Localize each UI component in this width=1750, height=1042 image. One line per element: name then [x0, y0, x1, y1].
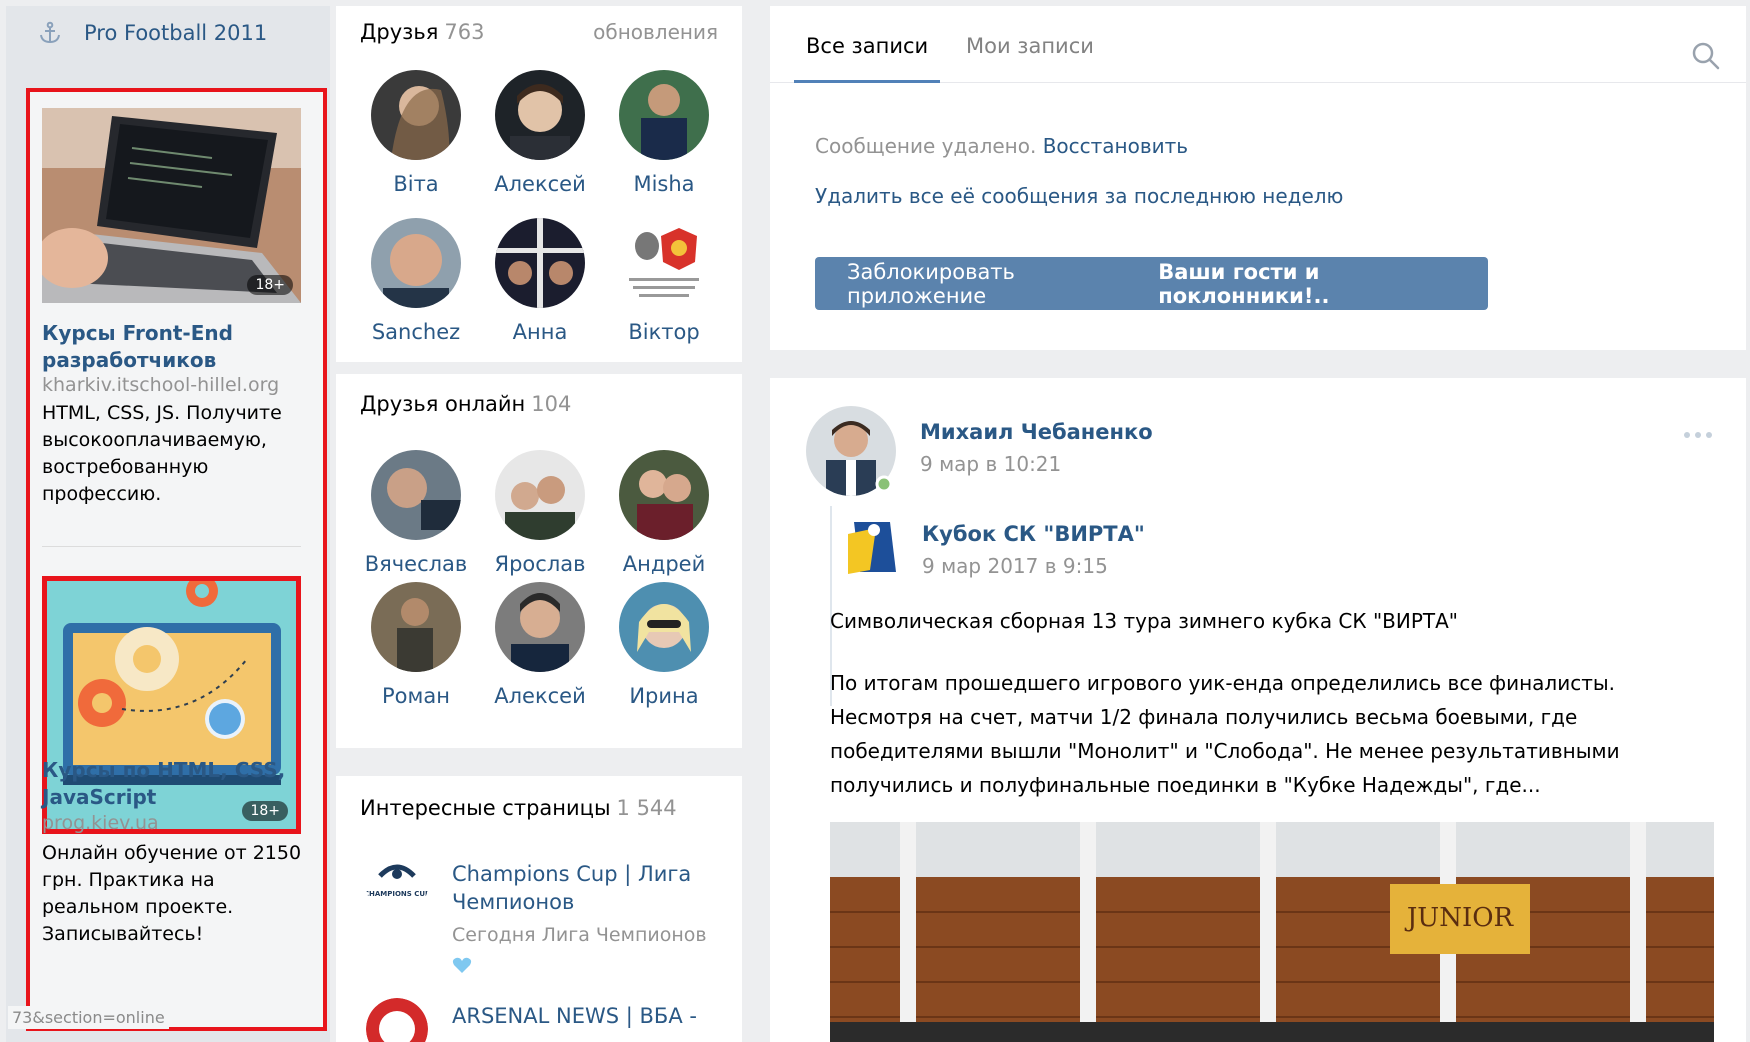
- restore-link[interactable]: Восстановить: [1043, 134, 1188, 158]
- ads-block: 18+ Курсы Front-End разработчиков kharki…: [26, 88, 327, 1031]
- block-button-app: Ваши гости и поклонники!..: [1158, 259, 1330, 308]
- online-title: Друзья онлайн: [360, 392, 526, 416]
- ad-image-laptop[interactable]: 18+: [42, 108, 301, 303]
- repost-author[interactable]: Кубок СК "ВИРТА": [922, 522, 1145, 546]
- post-text-line: По итогам прошедшего игрового уик-енда о…: [830, 671, 1615, 695]
- pages-card: Интересные страницы 1 544 CHAMPIONS CUP C…: [336, 776, 742, 1042]
- friend-item[interactable]: Вячеслав: [356, 450, 476, 576]
- ad-title[interactable]: Курсы Front-End разработчиков: [42, 320, 312, 374]
- online-header[interactable]: Друзья онлайн 104: [360, 392, 571, 416]
- friend-name: Алексей: [494, 172, 586, 196]
- friend-item[interactable]: Віктор: [604, 218, 724, 344]
- arsenal-logo[interactable]: [366, 998, 428, 1042]
- avatar: [371, 218, 461, 308]
- more-actions-icon[interactable]: [1684, 432, 1712, 438]
- pages-count: 1 544: [616, 796, 677, 820]
- age-badge: 18+: [247, 275, 293, 295]
- repost-time[interactable]: 9 мар 2017 в 9:15: [922, 554, 1108, 578]
- block-button-prefix: Заблокировать приложение: [847, 259, 1015, 308]
- avatar: [495, 218, 585, 308]
- avatar: [619, 218, 709, 308]
- post-text-title: Символическая сборная 13 тура зимнего ку…: [830, 609, 1458, 633]
- repost-logo[interactable]: [840, 514, 906, 580]
- deleted-text: Сообщение удалено.: [815, 134, 1037, 158]
- friend-name: Misha: [633, 172, 695, 196]
- avatar: [495, 582, 585, 672]
- ad-domain: kharkiv.itschool-hillel.org: [42, 374, 280, 396]
- avatar: [371, 450, 461, 540]
- friends-header[interactable]: Друзья 763: [360, 20, 484, 44]
- tab-my-posts[interactable]: Мои записи: [966, 34, 1094, 58]
- ad-divider: [42, 546, 301, 547]
- friend-name: Віктор: [628, 320, 700, 344]
- delete-week-link[interactable]: Удалить все её сообщения за последнюю не…: [815, 184, 1343, 208]
- friend-name: Алексей: [494, 684, 586, 708]
- block-app-button[interactable]: Заблокировать приложение Ваши гости и по…: [815, 257, 1488, 310]
- post-time[interactable]: 9 мар в 10:21: [920, 452, 1061, 476]
- search-icon[interactable]: [1692, 42, 1720, 70]
- friend-name: Віта: [393, 172, 439, 196]
- friend-name: Вячеслав: [364, 552, 468, 576]
- post-author[interactable]: Михаил Чебаненко: [920, 420, 1153, 444]
- laptop-image: [42, 108, 301, 303]
- friends-card: Друзья 763 обновления Віта Алексей Misha …: [336, 6, 742, 362]
- friend-item[interactable]: Ирина: [604, 582, 724, 708]
- avatar: [371, 582, 461, 672]
- post-text-line: получились и полуфинальные поединки в "К…: [830, 773, 1541, 797]
- page-name[interactable]: ARSENAL NEWS | ВБА -: [452, 1002, 732, 1030]
- friend-item[interactable]: Роман: [356, 582, 476, 708]
- avatar: [495, 450, 585, 540]
- avatar: [619, 450, 709, 540]
- anchor-icon: [40, 21, 60, 44]
- friend-item[interactable]: Алексей: [480, 70, 600, 196]
- ad-text: Онлайн обучение от 2150 грн. Практика на…: [42, 842, 302, 945]
- friend-item[interactable]: Sanchez: [356, 218, 476, 344]
- wall-card: Все записи Мои записи Сообщение удалено.…: [770, 6, 1746, 350]
- friend-name: Андрей: [622, 552, 706, 576]
- page-status: Сегодня Лига Чемпионов: [452, 924, 707, 946]
- ad-text: HTML, CSS, JS. Получите высокооплачиваем…: [42, 402, 282, 505]
- group-link[interactable]: Pro Football 2011: [38, 18, 267, 48]
- post-text-line: Несмотря на счет, матчи 1/2 финала получ…: [830, 705, 1578, 729]
- friend-item[interactable]: Ярослав: [480, 450, 600, 576]
- page-name[interactable]: Champions Cup | Лига Чемпионов: [452, 860, 732, 916]
- logo-text: CHAMPIONS CUP: [366, 890, 428, 898]
- ad-domain: prog.kiev.ua: [42, 812, 159, 834]
- friends-count: 763: [444, 20, 485, 44]
- online-count: 104: [531, 392, 572, 416]
- status-url: 73&section=online: [8, 1006, 169, 1029]
- friend-item[interactable]: Віта: [356, 70, 476, 196]
- friend-name: Роман: [382, 684, 450, 708]
- friend-item[interactable]: Misha: [604, 70, 724, 196]
- friend-name: Анна: [512, 320, 568, 344]
- photo-sign: JUNIOR: [1404, 903, 1515, 933]
- friend-item[interactable]: Андрей: [604, 450, 724, 576]
- friends-title: Друзья: [360, 20, 439, 44]
- post-text-line: победителями вышли "Монолит" и "Слобода"…: [830, 739, 1620, 763]
- active-tab-indicator: [794, 80, 940, 83]
- avatar: [371, 70, 461, 160]
- friend-item[interactable]: Анна: [480, 218, 600, 344]
- heart-icon: [452, 957, 472, 973]
- post-photo[interactable]: JUNIOR: [830, 822, 1714, 1042]
- updates-link[interactable]: обновления: [593, 20, 718, 44]
- group-link-label: Pro Football 2011: [84, 21, 268, 45]
- tab-all-posts[interactable]: Все записи: [806, 34, 928, 58]
- pages-title: Интересные страницы: [360, 796, 611, 820]
- gym-photo: JUNIOR: [830, 822, 1714, 1042]
- avatar: [495, 70, 585, 160]
- deleted-message-row: Сообщение удалено. Восстановить: [815, 134, 1188, 158]
- friend-item[interactable]: Алексей: [480, 582, 600, 708]
- online-friends-card: Друзья онлайн 104 Вячеслав Ярослав Андрей…: [336, 374, 742, 748]
- champions-cup-logo[interactable]: CHAMPIONS CUP: [366, 854, 428, 916]
- pages-header[interactable]: Интересные страницы 1 544: [360, 796, 677, 820]
- author-avatar[interactable]: [806, 406, 896, 496]
- avatar: [619, 70, 709, 160]
- friend-name: Sanchez: [371, 320, 461, 344]
- ad-title[interactable]: Курсы по HTML, CSS, JavaScript: [42, 757, 312, 811]
- friend-name: Ярослав: [494, 552, 586, 576]
- left-column: Pro Football 2011 18+ Курсы Front-End ра…: [6, 6, 330, 1042]
- avatar: [619, 582, 709, 672]
- friend-name: Ирина: [629, 684, 699, 708]
